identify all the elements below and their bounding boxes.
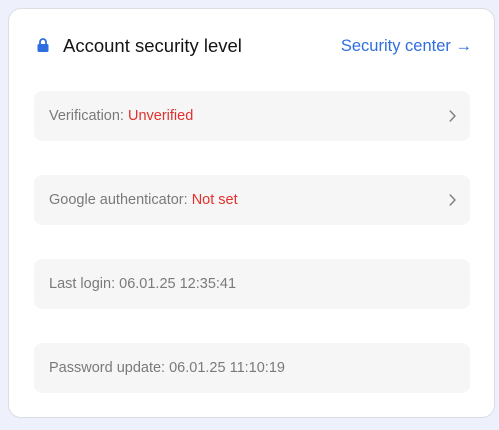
chevron-right-icon (449, 194, 456, 206)
card-title: Account security level (63, 35, 242, 56)
password-update-value: 06.01.25 11:10:19 (169, 360, 285, 376)
password-update-row: Password update: 06.01.25 11:10:19 (34, 343, 470, 393)
account-security-card: Account security level Security center →… (8, 8, 495, 418)
google-authenticator-status: Not set (191, 192, 238, 208)
verification-row[interactable]: Verification: Unverified (34, 91, 470, 141)
lock-icon (37, 38, 49, 52)
chevron-right-icon (449, 110, 456, 122)
last-login-row: Last login: 06.01.25 12:35:41 (34, 259, 470, 309)
google-authenticator-label: Google authenticator: (49, 192, 192, 208)
card-header: Account security level Security center → (9, 33, 496, 61)
verification-label: Verification: (49, 108, 128, 124)
verification-status: Unverified (128, 108, 194, 124)
last-login-label: Last login: (49, 276, 120, 292)
last-login-value: 06.01.25 12:35:41 (119, 276, 237, 292)
security-center-link[interactable]: Security center → (341, 37, 472, 56)
password-update-label: Password update: (49, 360, 170, 376)
google-authenticator-row[interactable]: Google authenticator: Not set (34, 175, 470, 225)
